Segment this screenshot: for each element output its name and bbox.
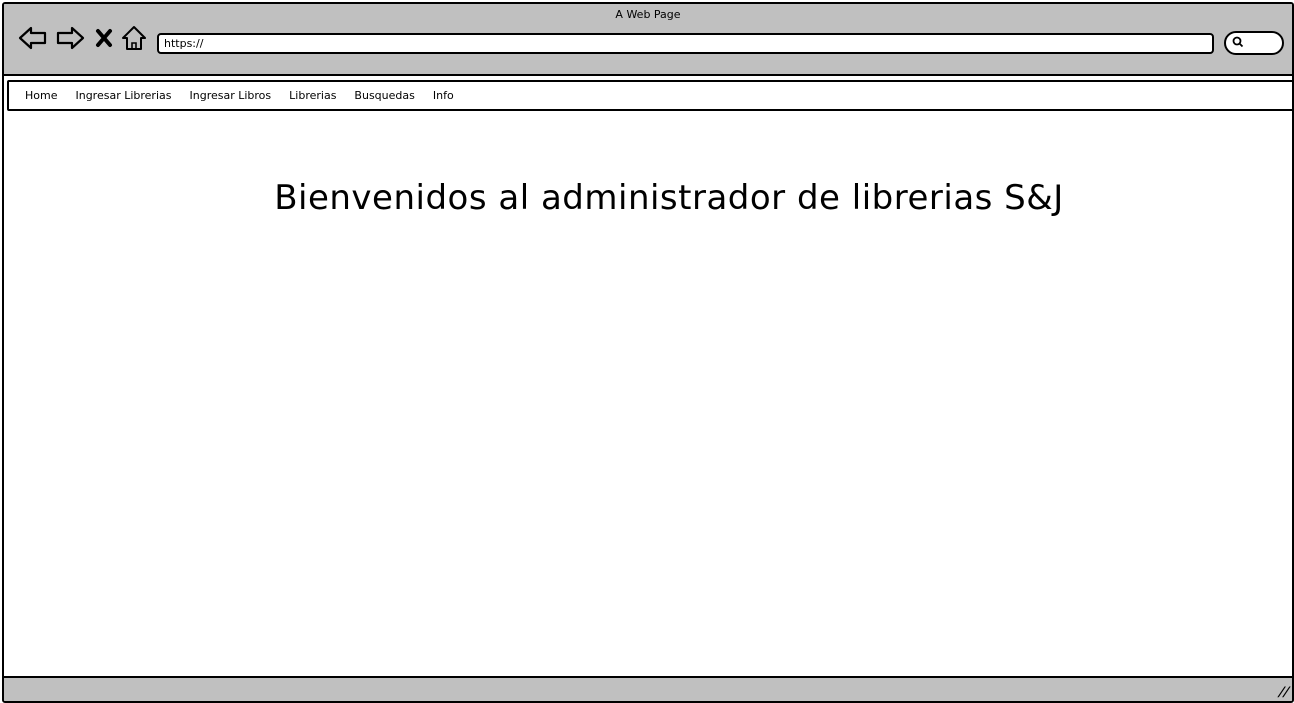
- nav-item-librerias[interactable]: Librerias: [289, 89, 336, 102]
- browser-toolbar: A Web Page https://: [4, 4, 1292, 76]
- window-title: A Web Page: [615, 8, 681, 21]
- resize-grip-icon[interactable]: //: [1276, 685, 1291, 700]
- close-icon[interactable]: [92, 24, 122, 52]
- nav-item-ingresar-libros[interactable]: Ingresar Libros: [190, 89, 272, 102]
- search-icon: [1232, 36, 1244, 51]
- browser-window: A Web Page https:// Home Ingresar Librer…: [2, 2, 1294, 703]
- nav-item-busquedas[interactable]: Busquedas: [354, 89, 414, 102]
- back-arrow-icon[interactable]: [18, 24, 48, 52]
- page-heading: Bienvenidos al administrador de libreria…: [274, 178, 1064, 218]
- address-bar[interactable]: https://: [157, 33, 1214, 54]
- home-icon[interactable]: [119, 24, 149, 52]
- nav-item-ingresar-librerias[interactable]: Ingresar Librerias: [75, 89, 171, 102]
- status-bar: //: [4, 676, 1292, 701]
- nav-item-info[interactable]: Info: [433, 89, 454, 102]
- forward-arrow-icon[interactable]: [55, 24, 85, 52]
- nav-item-home[interactable]: Home: [25, 89, 57, 102]
- search-button[interactable]: [1224, 31, 1284, 55]
- main-navbar: Home Ingresar Librerias Ingresar Libros …: [7, 80, 1292, 111]
